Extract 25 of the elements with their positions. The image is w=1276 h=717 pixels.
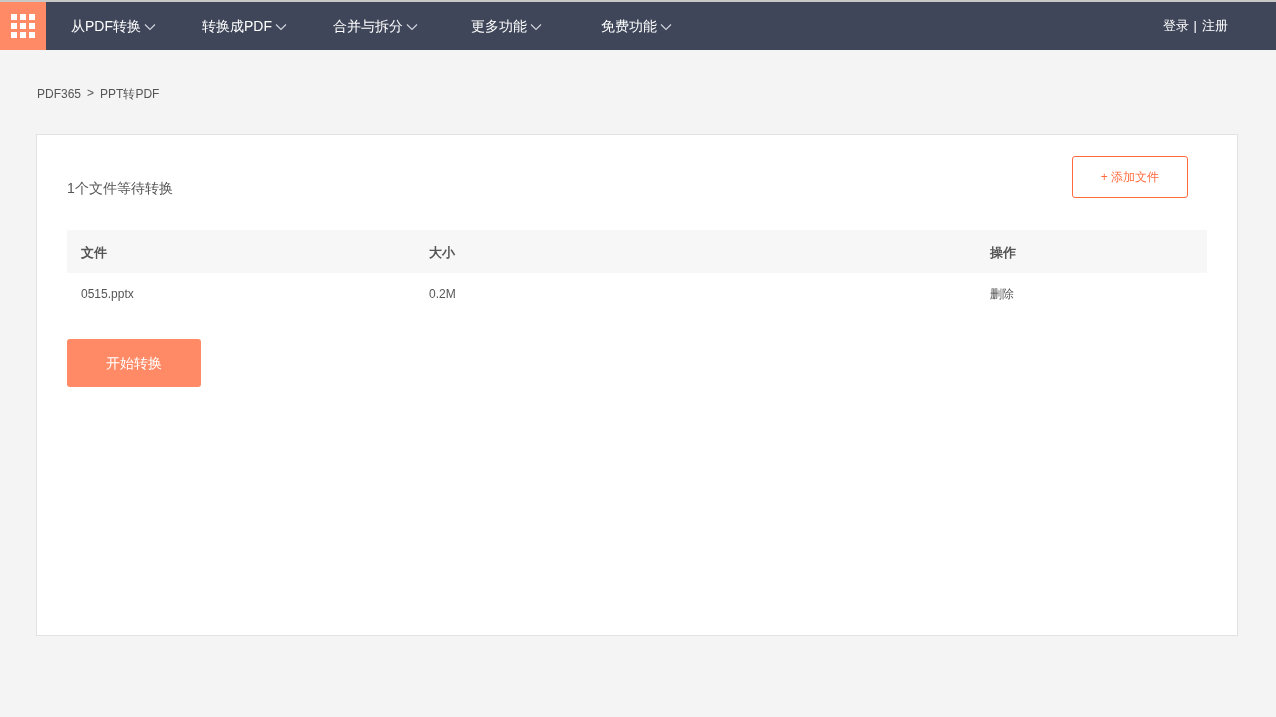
file-size-cell: 0.2M [429, 286, 456, 301]
status-text: 1个文件等待转换 [67, 179, 173, 198]
login-link[interactable]: 登录 [1162, 16, 1189, 36]
chevron-down-icon [406, 23, 418, 31]
breadcrumb-link[interactable]: PPT转PDF [100, 85, 160, 103]
column-header: 文件 [81, 244, 107, 260]
column-header: 大小 [429, 244, 455, 260]
nav-menu-item[interactable]: 合并与拆分 [333, 15, 418, 37]
apps-menu-button[interactable] [0, 2, 46, 50]
link-divider: | [1193, 17, 1197, 36]
column-header: 操作 [990, 244, 1016, 260]
chevron-down-icon [530, 23, 542, 31]
chevron-down-icon [275, 23, 287, 31]
nav-menu-item[interactable]: 从PDF转换 [71, 15, 156, 37]
chevron-down-icon [144, 23, 156, 31]
nav-menu-item[interactable]: 更多功能 [471, 15, 542, 37]
nav-menu-item[interactable]: 转换成PDF [202, 15, 287, 37]
delete-link[interactable]: 删除 [990, 286, 1014, 301]
nav-menu-item[interactable]: 免费功能 [601, 15, 672, 37]
chevron-down-icon [660, 23, 672, 31]
breadcrumb-link[interactable]: PDF365 [37, 85, 82, 103]
file-name-cell: 0515.pptx [81, 286, 134, 301]
register-link[interactable]: 注册 [1202, 16, 1228, 36]
breadcrumb-separator: > [87, 84, 95, 102]
grid-icon [11, 14, 35, 38]
